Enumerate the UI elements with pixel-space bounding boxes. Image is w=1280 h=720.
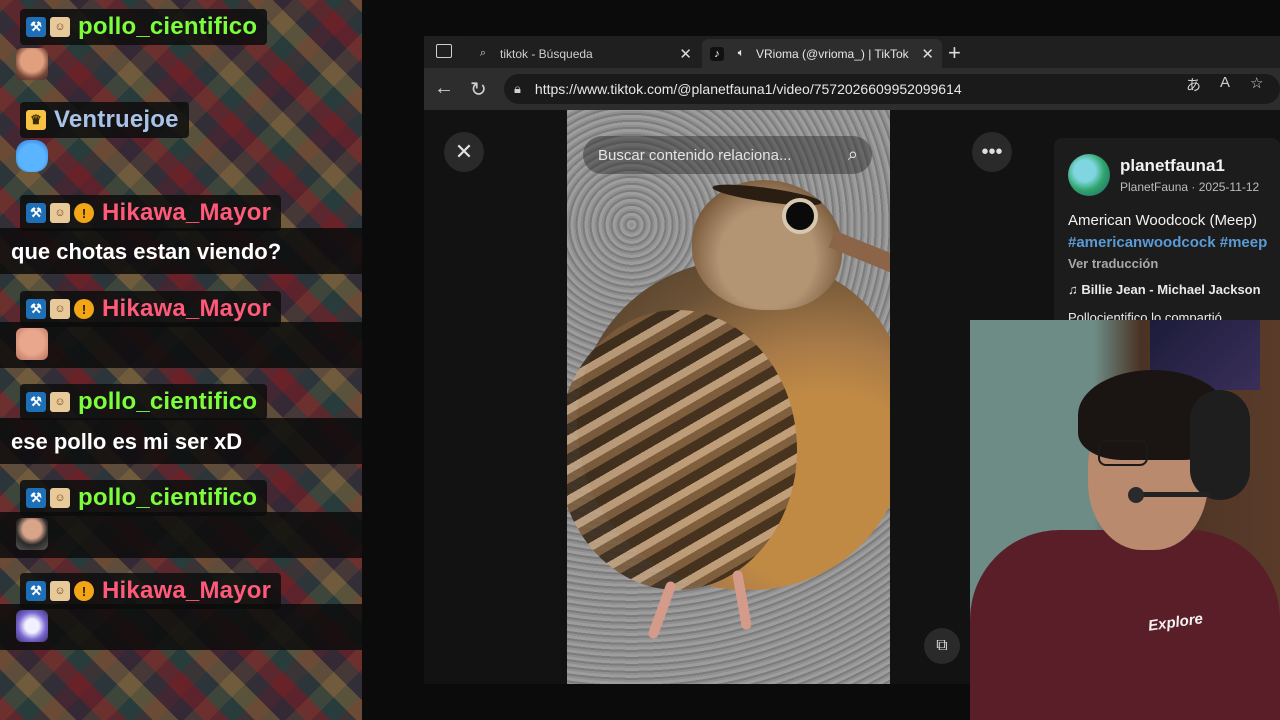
avatar[interactable] bbox=[1068, 154, 1110, 196]
chat-message-text: que chotas estan viendo? bbox=[11, 239, 282, 264]
chat-text-strip bbox=[0, 604, 470, 650]
microphone-icon bbox=[1128, 487, 1144, 503]
chat-username[interactable]: pollo_cientifico bbox=[78, 13, 257, 41]
moderator-badge-icon: ⚒ bbox=[26, 392, 46, 412]
bits-badge-icon: ! bbox=[74, 203, 94, 223]
woodcock-legs bbox=[607, 569, 827, 640]
speaker-icon[interactable]: 🔈︎ bbox=[734, 47, 748, 61]
chat-username-pill: ⚒ ☺ ! Hikawa_Mayor bbox=[20, 195, 282, 231]
tab-label: tiktok - Búsqueda bbox=[500, 46, 593, 61]
chat-username[interactable]: Hikawa_Mayor bbox=[102, 199, 271, 227]
author-meta: PlanetFauna · 2025-11-12 bbox=[1120, 180, 1260, 194]
video-hashtags[interactable]: #americanwoodcock #meep bbox=[1068, 234, 1267, 251]
woodcock-wing bbox=[567, 310, 797, 590]
avatar-emote-icon bbox=[16, 48, 48, 80]
blue-creature-emote-icon bbox=[16, 140, 48, 172]
close-icon[interactable]: ✕ bbox=[679, 45, 692, 63]
video-player[interactable]: Buscar contenido relaciona... ⌕ bbox=[567, 110, 890, 684]
moderator-badge-icon: ⚒ bbox=[26, 488, 46, 508]
tab-tiktok-search[interactable]: ⌕ tiktok - Búsqueda ✕ bbox=[468, 39, 700, 68]
woodcock-eye bbox=[782, 198, 818, 234]
url-text: https://www.tiktok.com/@planetfauna1/vid… bbox=[534, 81, 962, 97]
crown-badge-icon: ♛ bbox=[26, 110, 46, 130]
close-icon: ✕ bbox=[454, 139, 474, 164]
chat-message-text: ese pollo es mi ser xD bbox=[11, 429, 243, 454]
address-bar: ← ↻ 🔒︎ https://www.tiktok.com/@planetfau… bbox=[424, 68, 1280, 110]
search-icon[interactable]: ⌕ bbox=[848, 144, 858, 165]
tiktok-icon: ♪ bbox=[710, 46, 724, 61]
back-arrow-icon[interactable]: ← bbox=[434, 77, 454, 100]
search-placeholder: Buscar contenido relaciona... bbox=[598, 146, 792, 164]
moderator-badge-icon: ⚒ bbox=[26, 581, 46, 601]
subscriber-badge-icon: ☺ bbox=[50, 581, 70, 601]
chat-username[interactable]: Hikawa_Mayor bbox=[102, 295, 271, 323]
tab-vrioma[interactable]: ♪ 🔈︎ VRioma (@vrioma_) | TikTok ✕ bbox=[702, 39, 942, 68]
subscriber-badge-icon: ☺ bbox=[50, 17, 70, 37]
more-options-button[interactable]: ••• bbox=[972, 132, 1012, 172]
headphones-icon bbox=[1190, 390, 1250, 500]
tab-bar: ⌕ tiktok - Búsqueda ✕ ♪ 🔈︎ VRioma (@vrio… bbox=[424, 36, 1280, 68]
floating-player-button[interactable]: ⧉ bbox=[924, 628, 960, 664]
chat-username[interactable]: Ventruejoe bbox=[54, 106, 179, 134]
chat-text-strip bbox=[0, 512, 470, 558]
chat-username[interactable]: Hikawa_Mayor bbox=[102, 577, 271, 605]
video-info-panel: planetfauna1 PlanetFauna · 2025-11-12 Am… bbox=[1054, 138, 1280, 328]
chat-username-pill: ⚒ ☺ pollo_cientifico bbox=[20, 480, 268, 516]
read-aloud-icon[interactable]: あ bbox=[1186, 74, 1201, 95]
bits-badge-icon: ! bbox=[74, 299, 94, 319]
chat-username-pill: ♛ Ventruejoe bbox=[20, 102, 189, 138]
author-username[interactable]: planetfauna1 bbox=[1120, 156, 1225, 176]
moderator-badge-icon: ⚒ bbox=[26, 17, 46, 37]
cat-emote-icon bbox=[16, 610, 48, 642]
close-icon[interactable]: ✕ bbox=[921, 45, 934, 63]
subscriber-badge-icon: ☺ bbox=[50, 488, 70, 508]
bits-badge-icon: ! bbox=[74, 581, 94, 601]
bearded-man-emote-icon bbox=[16, 518, 48, 550]
face-emote-icon bbox=[16, 328, 48, 360]
music-link[interactable]: ♫ Billie Jean - Michael Jackson bbox=[1068, 282, 1261, 297]
close-video-button[interactable]: ✕ bbox=[444, 132, 484, 172]
more-icon: ••• bbox=[981, 140, 1003, 163]
favorite-star-icon[interactable]: ☆ bbox=[1250, 74, 1263, 92]
search-icon: ⌕ bbox=[479, 47, 487, 59]
chat-username-pill: ⚒ ☺ pollo_cientifico bbox=[20, 9, 268, 45]
picture-in-picture-icon: ⧉ bbox=[936, 637, 948, 654]
subscriber-badge-icon: ☺ bbox=[50, 203, 70, 223]
new-tab-icon[interactable]: + bbox=[948, 40, 961, 66]
webcam-overlay: Explore bbox=[970, 320, 1280, 720]
subscriber-badge-icon: ☺ bbox=[50, 299, 70, 319]
chat-username[interactable]: pollo_cientifico bbox=[78, 388, 257, 416]
streamer-torso bbox=[970, 530, 1280, 720]
tab-actions-icon[interactable] bbox=[436, 44, 452, 58]
video-title: American Woodcock (Meep) bbox=[1068, 212, 1257, 229]
moderator-badge-icon: ⚒ bbox=[26, 299, 46, 319]
chat-username-pill: ⚒ ☺ pollo_cientifico bbox=[20, 384, 268, 420]
translate-link[interactable]: Ver traducción bbox=[1068, 256, 1158, 271]
site-info-icon[interactable]: 🔒︎ bbox=[514, 81, 521, 97]
chat-text-strip bbox=[0, 322, 470, 368]
streamer-glasses bbox=[1098, 440, 1148, 466]
moderator-badge-icon: ⚒ bbox=[26, 203, 46, 223]
url-field[interactable]: 🔒︎ https://www.tiktok.com/@planetfauna1/… bbox=[504, 74, 1280, 104]
text-size-icon[interactable]: A bbox=[1220, 74, 1230, 91]
related-search-input[interactable]: Buscar contenido relaciona... ⌕ bbox=[583, 136, 872, 174]
chat-username[interactable]: pollo_cientifico bbox=[78, 484, 257, 512]
refresh-icon[interactable]: ↻ bbox=[470, 77, 487, 102]
subscriber-badge-icon: ☺ bbox=[50, 392, 70, 412]
tab-label: VRioma (@vrioma_) | TikTok bbox=[756, 46, 909, 61]
